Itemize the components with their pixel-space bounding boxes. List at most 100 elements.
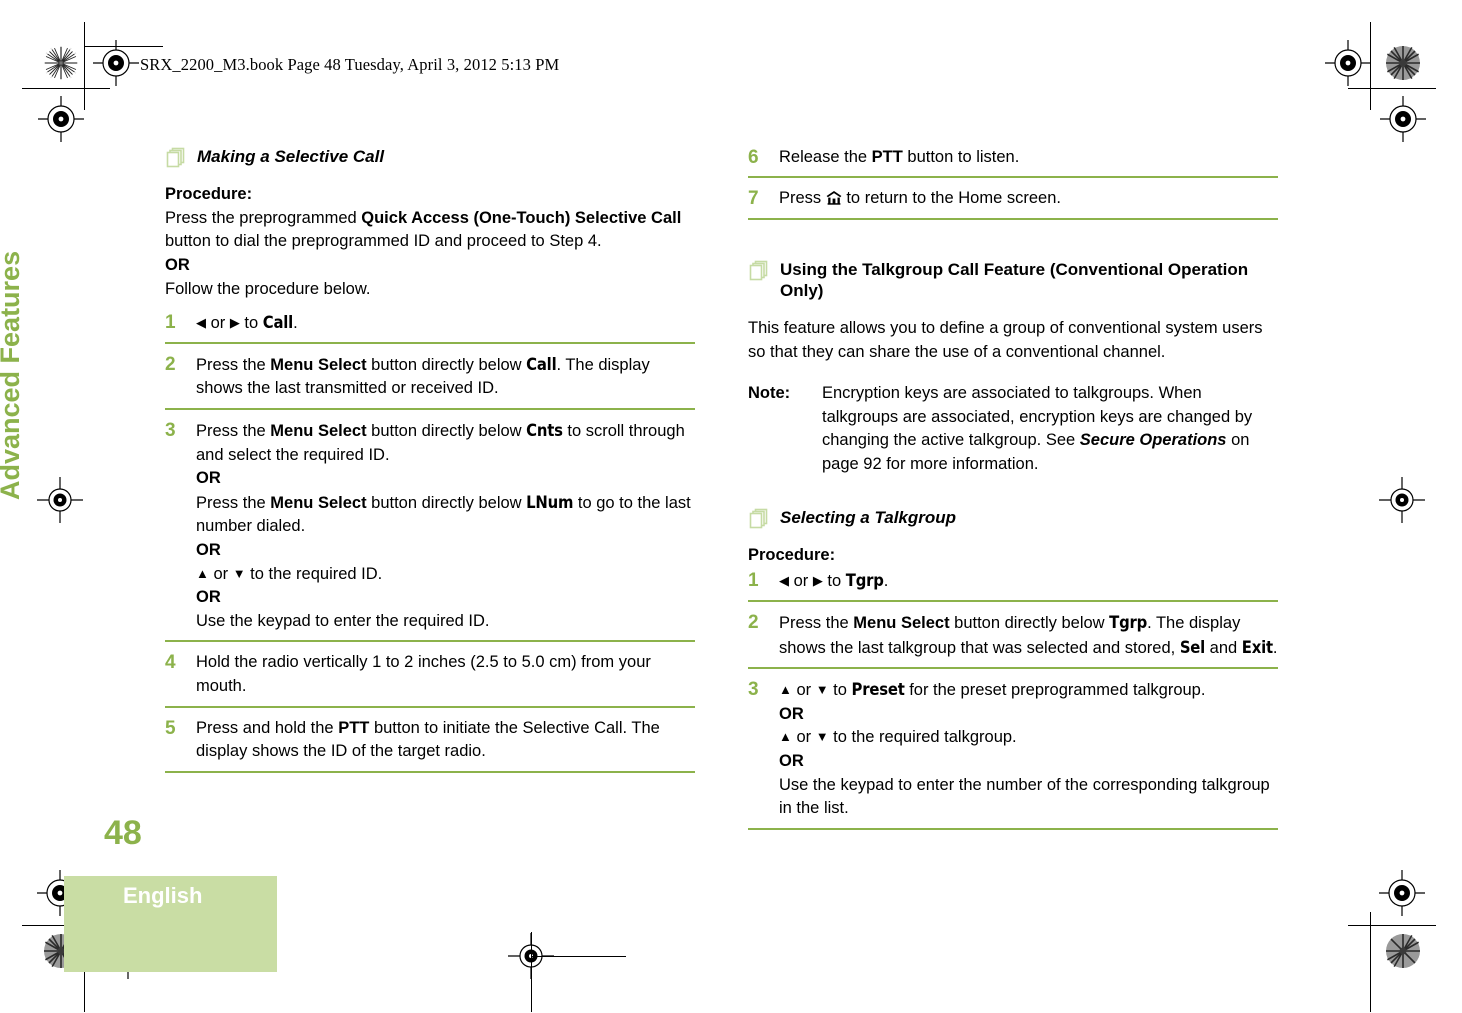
step-1-mid: or: [206, 314, 230, 333]
trim-line-bottom-center: [531, 932, 532, 1012]
display-term-tgrp: Tgrp: [845, 571, 884, 591]
right-arrow-icon-2: ▶: [812, 573, 823, 589]
step-3c-mid: or: [208, 564, 233, 583]
up-arrow-icon-3: ▲: [779, 729, 792, 745]
up-arrow-icon-2: ▲: [779, 682, 792, 698]
step-3b-t1: Press the: [196, 493, 271, 512]
up-arrow-icon: ▲: [196, 565, 209, 581]
step-5: 5 Press and hold the PTT button to initi…: [165, 717, 695, 773]
procedure-label: Procedure:: [165, 185, 253, 204]
down-arrow-icon-2: ▼: [815, 682, 829, 698]
step-1-number: 1: [165, 312, 176, 334]
display-term-cnts: Cnts: [526, 421, 563, 440]
registration-mark-right-middle: [1379, 477, 1425, 523]
heading-text-3: Selecting a Talkgroup: [780, 507, 957, 527]
step-7-body: Press to return to the Home screen.: [779, 187, 1278, 211]
tg-3a-t2: for the preset preprogrammed talkgroup.: [904, 681, 1206, 700]
step-6-bold-ptt: PTT: [871, 148, 903, 166]
step-5-t1: Press and hold the: [196, 718, 339, 737]
language-label: English: [123, 883, 203, 908]
note-block: Note: Encryption keys are associated to …: [748, 382, 1278, 476]
procedure-label-2: Procedure:: [748, 545, 836, 564]
header-rule: [85, 46, 163, 47]
tg-step-2-t5: .: [1272, 638, 1278, 657]
tg-step-3-option-c: Use the keypad to enter the number of th…: [779, 775, 1270, 818]
step-1-body: ◀ or ▶ to Call.: [196, 311, 695, 336]
heading-selecting-talkgroup: Selecting a Talkgroup: [748, 507, 1278, 528]
document-header: SRX_2200_M3.book Page 48 Tuesday, April …: [140, 55, 560, 74]
step-4: 4 Hold the radio vertically 1 to 2 inche…: [165, 651, 695, 708]
or-divider-1: OR: [165, 256, 190, 275]
step-3: 3 Press the Menu Select button directly …: [165, 419, 695, 643]
tg-step-2-t2: button directly below: [949, 614, 1110, 632]
tg-step-2-t1: Press the: [779, 614, 854, 632]
display-term-preset: Preset: [851, 680, 905, 700]
step-3c-t1: to the required ID.: [245, 564, 383, 583]
step-3a-bold: Menu Select: [270, 422, 367, 440]
step-5-body: Press and hold the PTT button to initiat…: [196, 717, 695, 764]
trim-line-top-right: [1348, 88, 1436, 89]
tg-step-1-to: to: [822, 572, 846, 591]
step-7-t1: Press: [779, 188, 826, 207]
step-2: 2 Press the Menu Select button directly …: [165, 353, 695, 410]
rosette-mark-bottom-right: [1385, 933, 1421, 969]
spacer-before-selecting-heading: [748, 477, 1278, 507]
tg-step-1-period: .: [883, 572, 889, 591]
step-1-period: .: [293, 314, 298, 333]
display-term-tgrp-2: Tgrp: [1109, 613, 1148, 632]
pages-stack-icon: [165, 147, 187, 169]
tg-step-3-option-a: ▲ or ▼ to Preset for the preset preprogr…: [779, 678, 1278, 703]
spacer-before-talkgroup-heading: [748, 229, 1278, 259]
step-3-option-a: Press the Menu Select button directly be…: [196, 419, 695, 467]
heading-making-selective-call: Making a Selective Call: [165, 146, 695, 169]
step-2-body: Press the Menu Select button directly be…: [196, 353, 695, 401]
tg-step-3-number: 3: [748, 679, 759, 701]
tg-step-2-t4: and: [1205, 638, 1242, 657]
talkgroup-intro-paragraph: This feature allows you to define a grou…: [748, 319, 1263, 361]
registration-mark-top-right: [1325, 40, 1371, 86]
display-term-sel: Sel: [1179, 637, 1206, 657]
step-3-option-c: ▲ or ▼ to the required ID.: [196, 563, 695, 587]
tg-step-3-option-b: ▲ or ▼ to the required talkgroup.: [779, 726, 1278, 750]
step-3-or-3: OR: [196, 588, 221, 607]
step-6: 6 Release the PTT button to listen.: [748, 146, 1278, 178]
steps-list-right-continued: 6 Release the PTT button to listen. 7 Pr…: [748, 146, 1278, 220]
tg-step-3: 3 ▲ or ▼ to Preset for the preset prepro…: [748, 678, 1278, 830]
trim-line-top-left: [22, 88, 110, 89]
rosette-mark-top-right: [1385, 45, 1421, 81]
heading-text-2: Using the Talkgroup Call Feature (Conven…: [780, 259, 1249, 300]
tg-step-1-mid: or: [789, 572, 813, 591]
tg-3a-t1: to: [828, 681, 852, 700]
step-5-bold-ptt: PTT: [338, 718, 370, 737]
step-3-body: Press the Menu Select button directly be…: [196, 419, 695, 633]
page-number: 48: [104, 814, 142, 852]
registration-mark-right-upper: [1380, 96, 1426, 142]
note-reference-secure-operations: Secure Operations: [1079, 431, 1227, 450]
display-term-exit: Exit: [1241, 637, 1273, 657]
tg-step-2-number: 2: [748, 612, 759, 633]
step-3b-bold: Menu Select: [270, 493, 367, 512]
step-5-number: 5: [165, 717, 176, 739]
step-6-t1: Release the: [779, 148, 872, 166]
step-3a-t2: button directly below: [366, 422, 527, 440]
step-4-number: 4: [165, 652, 176, 674]
left-arrow-icon: ◀: [196, 315, 206, 331]
left-arrow-icon-2: ◀: [779, 573, 789, 589]
registration-mark-left-upper: [38, 96, 84, 142]
step-2-t1: Press the: [196, 355, 271, 374]
down-arrow-icon: ▼: [232, 565, 246, 581]
step-6-body: Release the PTT button to listen.: [779, 146, 1278, 170]
step-3a-t1: Press the: [196, 422, 271, 440]
step-2-bold-menu-select: Menu Select: [270, 355, 367, 374]
chapter-side-tab: Advanced Features: [0, 250, 25, 500]
trim-line-bottom-right: [1370, 912, 1371, 1012]
trim-line-right: [1370, 22, 1371, 110]
intro-text-a: Press the preprogrammed: [165, 208, 362, 227]
step-3-or-2: OR: [196, 540, 221, 559]
note-label: Note:: [748, 384, 791, 403]
step-7: 7 Press to return to the Home screen.: [748, 187, 1278, 220]
intro-paragraph-1: Press the preprogrammed Quick Access (On…: [165, 207, 695, 254]
step-6-t2: button to listen.: [902, 148, 1020, 166]
trim-line-bottom-center-h: [531, 956, 626, 957]
tg-step-1-body: ◀ or ▶ to Tgrp.: [779, 569, 1278, 594]
